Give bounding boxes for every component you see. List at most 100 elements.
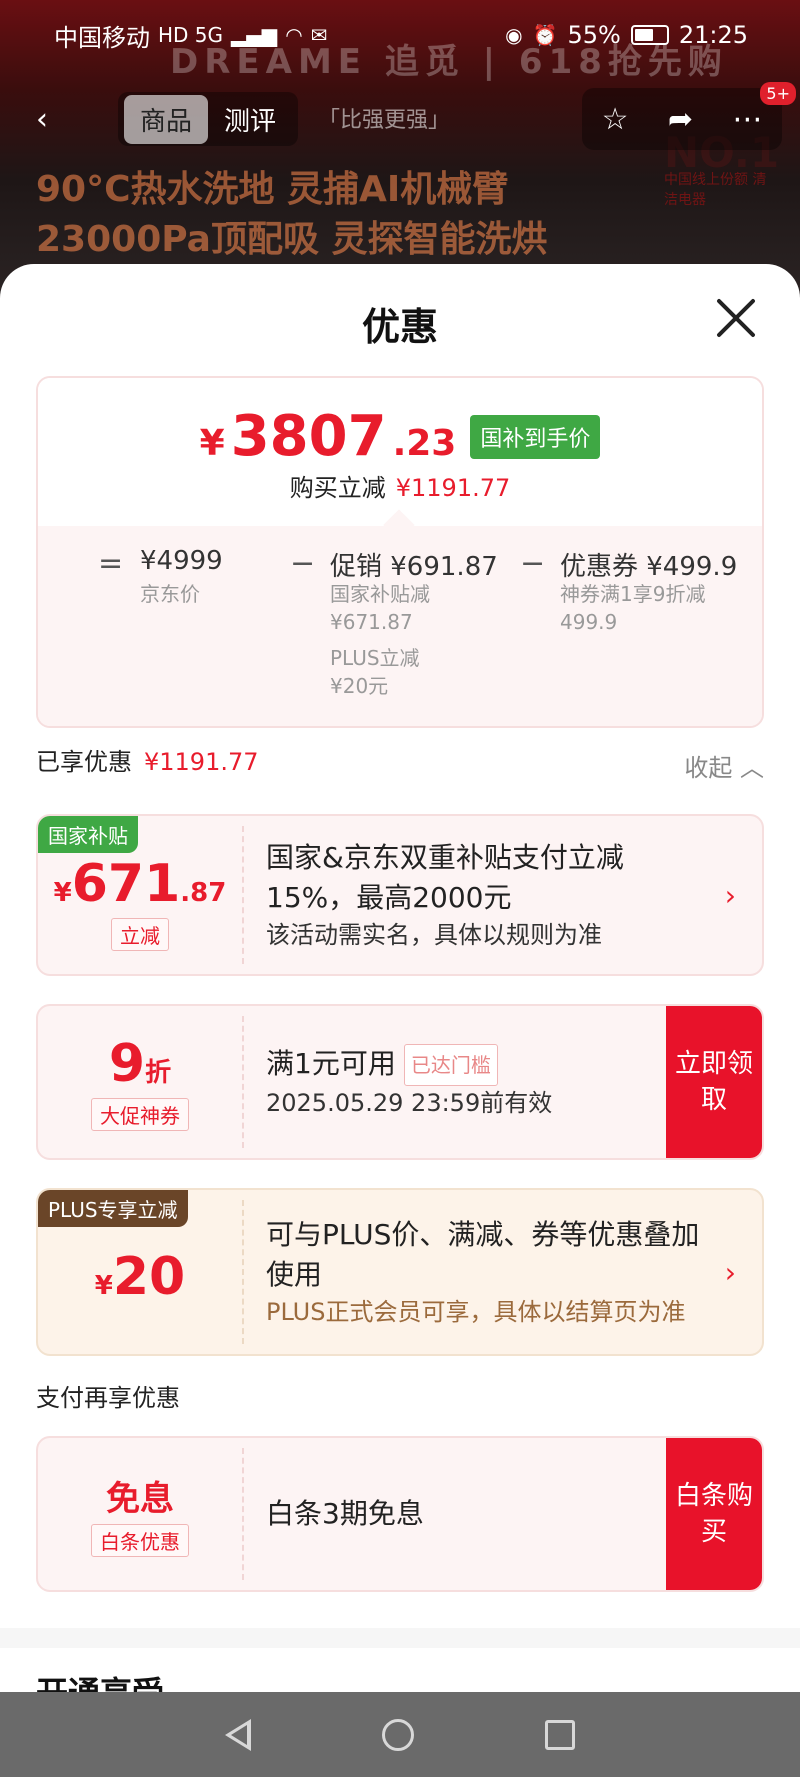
back-icon[interactable]: ‹ <box>36 102 48 137</box>
tab-review[interactable]: 测评 <box>208 95 292 144</box>
coupon-title: 可与PLUS价、满减、券等优惠叠加使用 <box>266 1218 700 1291</box>
coupon-plus-discount[interactable]: PLUS专享立减 ¥20 可与PLUS价、满减、券等优惠叠加使用 PLUS正式会… <box>36 1188 764 1356</box>
promo-plus-value: ¥20元 <box>330 674 389 698</box>
battery-icon <box>630 25 669 45</box>
coupon-amount-integer: 671 <box>71 853 181 914</box>
coupon-amount: 免息 <box>106 1471 174 1520</box>
coupon-type-chip: 白条优惠 <box>91 1524 189 1557</box>
claim-coupon-button[interactable]: 立即领取 <box>666 1006 762 1158</box>
coupon-type-chip: 立减 <box>111 917 169 951</box>
battery-percent: 55% <box>567 21 621 49</box>
coupon-title: 白条3期免息 <box>266 1497 424 1530</box>
chevron-right-icon: › <box>724 1256 736 1289</box>
home-circle-icon[interactable] <box>381 1718 414 1751</box>
total-discount-row: 购买立减 ¥1191.77 <box>38 468 762 503</box>
price-decimal: .23 <box>392 423 457 464</box>
coupon-baitiao-interest-free: 免息 白条优惠 白条3期免息 白条购买 <box>36 1436 764 1592</box>
coupon-amount-integer: 9 <box>108 1033 146 1094</box>
product-navbar: ‹ 商品 测评 「比强更强」 ☆ ➦ ⋯ 5+ <box>18 82 796 150</box>
pay-discount-header: 支付再享优惠 <box>36 1384 180 1412</box>
discount-label: 购买立减 <box>289 474 386 502</box>
promo-plus-label: PLUS立减 <box>330 646 420 670</box>
recents-square-icon[interactable] <box>544 1719 575 1750</box>
coupon-subtitle: 该活动需实名，具体以规则为准 <box>266 921 602 949</box>
coupon-amount-decimal: .87 <box>180 877 227 908</box>
network-badges: HD 5G <box>158 23 224 47</box>
signal-icon: ▂▄▆ <box>231 23 278 47</box>
coupon-discount-90: 9折 大促神券 满1元可用 已达门槛 2025.05.29 23:59前有效 立即… <box>36 1004 764 1160</box>
coupon-subtitle: PLUS正式会员可享，具体以结算页为准 <box>266 1298 686 1326</box>
threshold-reached-chip: 已达门槛 <box>403 1044 498 1086</box>
system-nav-bar <box>0 1692 800 1777</box>
coupon-amount-text: 免息 <box>106 1479 174 1519</box>
coupon-divider <box>242 826 244 964</box>
jd-price-label: 京东价 <box>140 582 200 606</box>
clock: 21:25 <box>678 21 748 49</box>
coupon-unit: 折 <box>145 1057 172 1088</box>
promo-total: 促销 ¥691.87 <box>330 552 498 582</box>
coupon-currency: ¥ <box>94 1271 113 1301</box>
promo-subsidy-value: ¥671.87 <box>330 610 413 634</box>
carrier-label: 中国移动 <box>54 23 150 52</box>
close-icon[interactable] <box>712 294 760 342</box>
product-tabs: 商品 测评 <box>118 92 299 146</box>
coupon-title: 国家&京东双重补贴支付立减15%，最高2000元 <box>266 841 624 914</box>
coupon-total: 优惠券 ¥499.9 <box>560 552 738 582</box>
chevron-right-icon: › <box>724 879 736 912</box>
message-badge: 5+ <box>760 82 796 105</box>
coupon-detail-label: 神券满1享9折减 <box>560 582 706 606</box>
coupon-condition: 满1元可用 <box>266 1047 396 1080</box>
coupon-amount: 9折 <box>109 1034 171 1094</box>
mail-icon: ✉ <box>310 23 328 47</box>
coupon-type-chip: 大促神券 <box>91 1097 189 1131</box>
banner-slogan-1: 90°C热水洗地 灵捕AI机械臂 <box>36 169 509 210</box>
more-icon[interactable]: ⋯ <box>732 102 762 137</box>
minus-sign-2: − <box>520 546 546 581</box>
wifi-icon: ◠ <box>285 23 303 47</box>
coupon-divider <box>242 1200 244 1344</box>
discount-value: ¥1191.77 <box>395 474 511 502</box>
jd-price: ¥4999 <box>140 546 223 576</box>
price-integer: 3807 <box>230 404 387 469</box>
chevron-up-icon: ︿ <box>740 754 764 782</box>
discount-sheet: 优惠 ¥ 3807 .23 国补到手价 购买立减 ¥1191.77 = ¥4999… <box>0 264 800 1692</box>
enjoyed-label: 已享优惠 <box>36 748 132 776</box>
back-triangle-icon[interactable] <box>225 1718 252 1751</box>
coupon-title: 满1元可用 已达门槛 <box>266 1044 662 1086</box>
favorite-star-icon[interactable]: ☆ <box>602 102 629 137</box>
tab-product[interactable]: 商品 <box>124 94 209 144</box>
status-bar: 中国移动 HD 5G ▂▄▆ ◠ ✉ ◉ ⏰ 55% 21:25 <box>0 0 800 70</box>
coupon-amount: ¥20 <box>95 1247 185 1307</box>
coupon-national-subsidy[interactable]: 国家补贴 ¥671.87 立减 国家&京东双重补贴支付立减15%，最高2000元… <box>36 814 764 976</box>
price-summary-card: ¥ 3807 .23 国补到手价 购买立减 ¥1191.77 = ¥4999 京东… <box>36 376 764 728</box>
alarm-icon: ⏰ <box>532 23 558 47</box>
collapse-label: 收起 <box>684 754 733 782</box>
nav-actions: ☆ ➦ ⋯ 5+ <box>582 82 796 150</box>
baitiao-buy-button[interactable]: 白条购买 <box>666 1438 762 1590</box>
promo-subsidy-label: 国家补贴减 <box>330 582 430 606</box>
banner-subtitle: 「比强更强」 <box>318 108 451 133</box>
sheet-title: 优惠 <box>361 305 438 349</box>
share-icon[interactable]: ➦ <box>668 102 693 137</box>
coupon-currency: ¥ <box>53 877 72 908</box>
price-breakdown: = ¥4999 京东价 − 促销 ¥691.87 国家补贴减 ¥671.87 P… <box>98 544 738 724</box>
coupon-divider <box>242 1448 244 1580</box>
minus-sign-1: − <box>290 546 316 581</box>
next-section-title: 开通享受 <box>36 1668 164 1692</box>
subsidy-price-tag: 国补到手价 <box>470 414 601 459</box>
coupon-divider <box>242 1016 244 1148</box>
coupon-detail-value: 499.9 <box>560 610 618 634</box>
coupon-expiry: 2025.05.29 23:59前有效 <box>266 1089 553 1117</box>
price-currency: ¥ <box>199 423 225 464</box>
banner-slogan-2: 23000Pa顶配吸 灵探智能洗烘 <box>36 219 548 260</box>
coupon-amount: ¥671.87 <box>54 854 227 914</box>
collapse-button[interactable]: 收起 ︿ <box>684 748 764 783</box>
final-price: ¥ 3807 .23 国补到手价 <box>38 404 762 469</box>
section-divider <box>0 1628 800 1648</box>
eye-icon: ◉ <box>505 23 523 47</box>
equals-sign: = <box>98 546 124 581</box>
coupon-amount-integer: 20 <box>112 1247 186 1307</box>
banner-rank-sub: 中国线上份额 清洁电器 <box>664 172 767 208</box>
enjoyed-value: ¥1191.77 <box>144 748 259 776</box>
enjoyed-discounts-header: 已享优惠 ¥1191.77 <box>36 742 259 777</box>
